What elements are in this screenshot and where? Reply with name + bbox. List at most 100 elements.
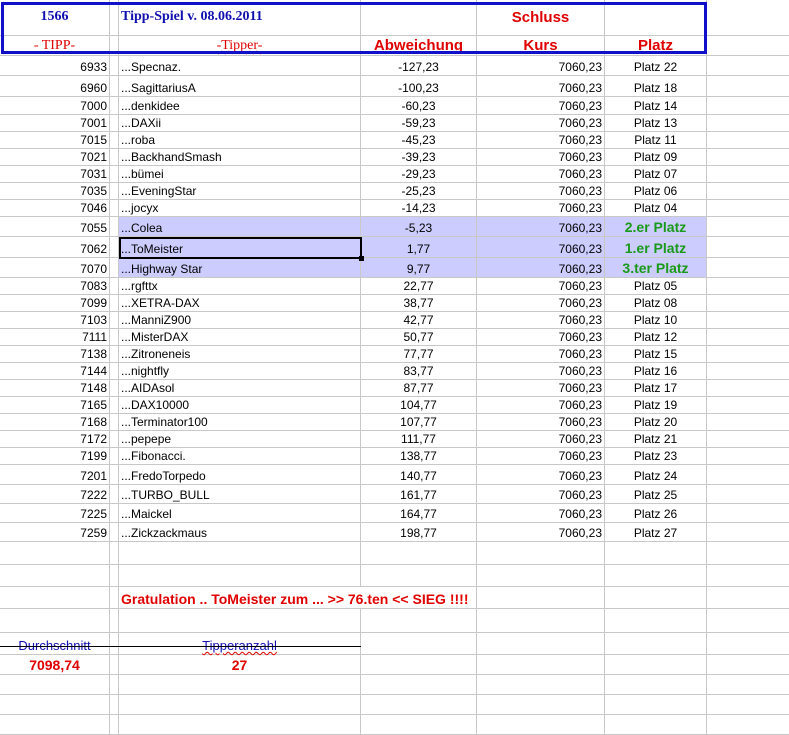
cell[interactable]: Platz 13 [605,115,707,131]
cell[interactable] [110,183,119,199]
cell[interactable]: ...Zickzackmaus [119,523,361,541]
cell[interactable] [707,346,789,362]
cell[interactable]: 7031 [0,166,110,182]
cell[interactable] [707,523,789,541]
cell[interactable]: 7225 [0,504,110,522]
cell[interactable] [707,414,789,430]
cell[interactable]: Platz 04 [605,200,707,216]
cell[interactable] [119,565,361,586]
cell[interactable] [477,633,605,654]
cell[interactable] [605,633,707,654]
cell[interactable]: 7199 [0,448,110,464]
cell[interactable] [110,465,119,484]
cell[interactable]: Schluss [477,0,605,35]
cell[interactable]: 27 [119,655,361,674]
cell[interactable]: 138,77 [361,448,477,464]
cell[interactable] [0,565,110,586]
cell[interactable] [110,587,119,608]
cell[interactable]: Platz 14 [605,97,707,114]
cell[interactable]: Platz 19 [605,397,707,413]
cell[interactable] [707,312,789,328]
cell[interactable]: 7046 [0,200,110,216]
cell[interactable]: 3.ter Platz [605,258,707,277]
cell[interactable]: 7000 [0,97,110,114]
cell[interactable]: 7060,23 [477,56,605,75]
cell[interactable] [477,675,605,694]
cell[interactable] [361,633,477,654]
cell[interactable]: 1.er Platz [605,237,707,257]
cell[interactable] [0,695,110,714]
cell[interactable] [707,295,789,311]
cell[interactable] [110,295,119,311]
cell[interactable] [110,346,119,362]
cell[interactable]: Kurs [477,36,605,55]
cell[interactable]: -5,23 [361,217,477,236]
cell[interactable]: 7060,23 [477,448,605,464]
cell[interactable] [110,380,119,396]
cell[interactable]: 1566 [0,0,110,35]
cell[interactable]: 2.er Platz [605,217,707,236]
cell[interactable] [707,76,789,96]
cell[interactable]: 7060,23 [477,485,605,503]
cell[interactable]: Platz 22 [605,56,707,75]
cell[interactable] [477,542,605,564]
cell[interactable]: ...Zitroneneis [119,346,361,362]
cell[interactable]: 7103 [0,312,110,328]
cell[interactable]: 7060,23 [477,200,605,216]
cell[interactable] [110,0,119,35]
cell[interactable]: ...roba [119,132,361,148]
cell[interactable] [707,609,789,632]
cell[interactable]: - TIPP- [0,36,110,55]
cell[interactable]: ...pepepe [119,431,361,447]
cell[interactable] [110,504,119,522]
cell[interactable] [361,587,477,608]
cell[interactable] [110,217,119,236]
cell[interactable] [707,363,789,379]
cell[interactable]: 6933 [0,56,110,75]
cell[interactable]: 7172 [0,431,110,447]
cell[interactable]: 7060,23 [477,414,605,430]
cell[interactable] [361,675,477,694]
cell[interactable]: 164,77 [361,504,477,522]
cell[interactable]: -39,23 [361,149,477,165]
cell[interactable]: 7201 [0,465,110,484]
cell[interactable]: ...FredoTorpedo [119,465,361,484]
cell[interactable] [707,504,789,522]
cell[interactable]: ...BackhandSmash [119,149,361,165]
cell[interactable]: 111,77 [361,431,477,447]
cell[interactable] [707,695,789,714]
cell[interactable]: Abweichung [361,36,477,55]
cell[interactable] [110,565,119,586]
cell[interactable]: ...Colea [119,217,361,236]
cell[interactable]: -25,23 [361,183,477,199]
cell[interactable]: -60,23 [361,97,477,114]
cell[interactable]: 7060,23 [477,363,605,379]
cell[interactable] [605,565,707,586]
cell[interactable]: ...TURBO_BULL [119,485,361,503]
cell[interactable]: -14,23 [361,200,477,216]
cell[interactable]: Durchschnitt [0,633,110,654]
cell[interactable]: 7060,23 [477,166,605,182]
cell[interactable] [707,183,789,199]
cell[interactable] [707,431,789,447]
cell[interactable] [707,465,789,484]
cell[interactable]: Platz 16 [605,363,707,379]
cell[interactable]: ...Fibonacci. [119,448,361,464]
cell[interactable] [707,36,789,55]
cell[interactable] [707,380,789,396]
cell[interactable] [0,542,110,564]
cell[interactable]: 7098,74 [0,655,110,674]
cell[interactable]: 1,77 [361,237,477,257]
cell[interactable] [110,363,119,379]
cell[interactable]: Platz 05 [605,278,707,294]
selected-cell[interactable] [119,237,364,261]
cell[interactable]: -Tipper- [119,36,361,55]
cell[interactable]: ...AIDAsol [119,380,361,396]
cell[interactable]: Platz 06 [605,183,707,199]
cell[interactable] [110,36,119,55]
cell[interactable] [605,675,707,694]
cell[interactable]: ...ManniZ900 [119,312,361,328]
cell[interactable]: 7060,23 [477,295,605,311]
cell[interactable] [0,587,110,608]
cell[interactable]: ...XETRA-DAX [119,295,361,311]
